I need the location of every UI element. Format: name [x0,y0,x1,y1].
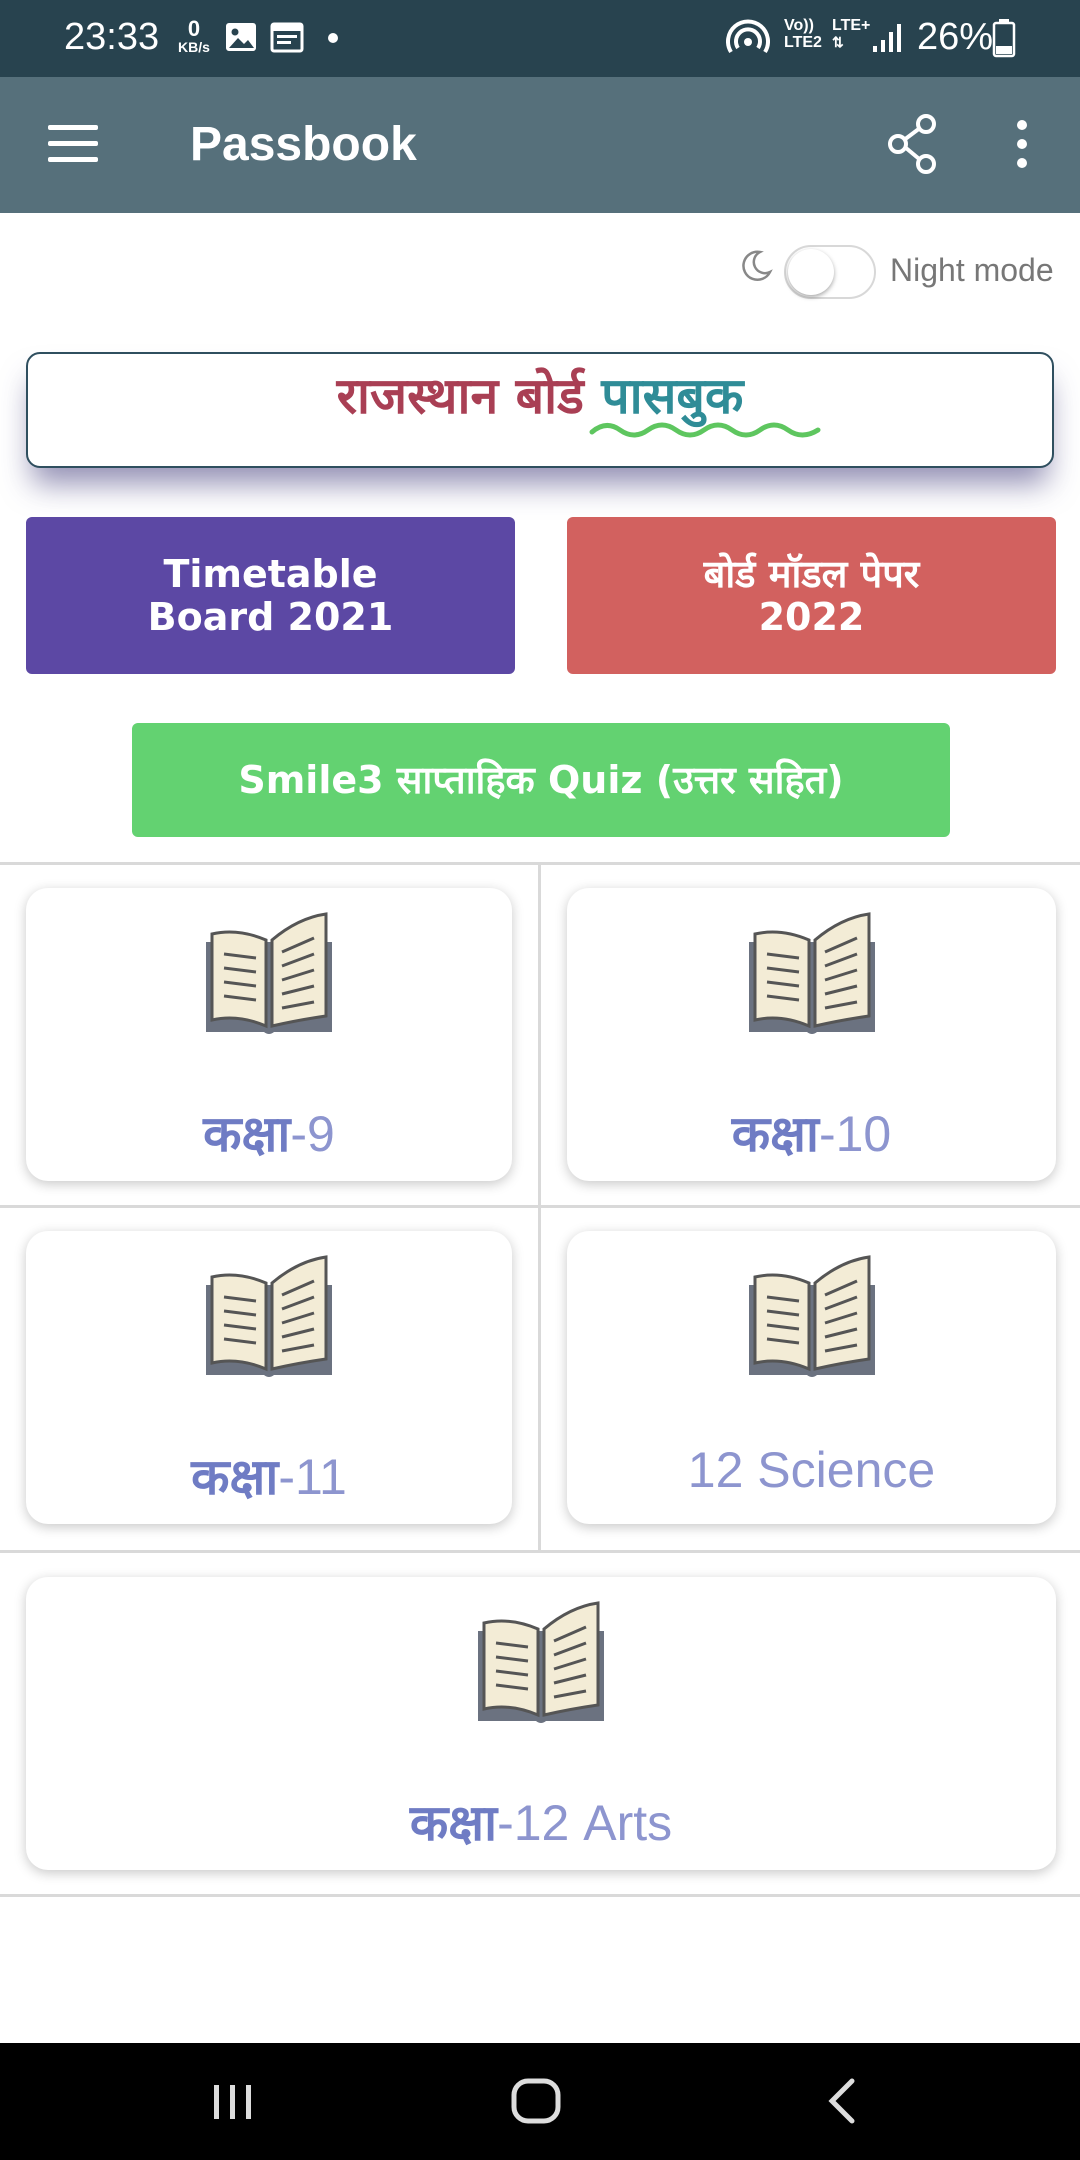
volte-line1: Vo)) [784,17,814,34]
more-vert-icon [1017,120,1027,168]
status-time: 23:33 [64,16,160,58]
share-button[interactable] [880,111,946,177]
open-book-icon [206,1255,332,1377]
card-label-devanagari: कक्षा [191,1448,279,1506]
network-speed-unit: KB/s [178,39,210,55]
quiz-label: Smile3 साप्ताहिक Quiz (उत्तर सहित) [238,757,844,802]
moon-icon [742,250,773,282]
weekly-quiz-button[interactable]: Smile3 साप्ताहिक Quiz (उत्तर सहित) [132,723,950,837]
hamburger-icon-bar [48,157,98,162]
open-book-icon [478,1601,604,1723]
model-paper-label-line2: 2022 [758,594,865,639]
open-book-icon [748,1255,875,1377]
hamburger-icon [48,125,98,130]
app-bar: Passbook [0,77,1080,213]
night-mode-label: Night mode [890,252,1054,288]
hamburger-icon-bar [48,141,98,146]
gallery-notification-icon [226,23,256,51]
night-mode-toggle[interactable] [784,245,876,299]
card-label-devanagari: कक्षा [409,1794,498,1852]
card-label-number: -10 [818,1106,892,1162]
title-banner: राजस्थान बोर्ड पासबुक [26,352,1054,468]
lte-indicator: LTE+ ⇅ [832,17,871,52]
card-label-devanagari: कक्षा [203,1105,291,1163]
network-speed: 0 KB/s [174,16,214,55]
calendar-notification-icon [270,22,304,53]
home-icon[interactable] [508,2073,564,2129]
recents-icon[interactable] [208,2073,258,2129]
back-icon[interactable] [818,2073,868,2129]
grid-divider [0,1894,1080,1897]
card-label-number: 12 Science [687,1442,936,1498]
lte-label: LTE+ [832,17,871,34]
timetable-label-line2: Board 2021 [147,594,394,639]
squiggle-underline-icon [589,422,821,438]
card-label-devanagari: कक्षा [731,1105,819,1163]
class-11-card[interactable]: कक्षा-11 [26,1231,512,1524]
card-label: 12 Science [567,1441,1056,1499]
grid-divider [538,862,541,1550]
timetable-board-button[interactable]: Timetable Board 2021 [26,517,515,674]
grid-divider [0,1550,1080,1553]
card-label-number: -11 [278,1449,347,1505]
open-book-icon [748,912,875,1034]
more-options-button[interactable] [1000,111,1044,177]
status-bar: 23:33 0 KB/s Vo)) LTE2 LTE+ ⇅ 26% [0,0,1080,77]
card-label: कक्षा-10 [567,1098,1056,1166]
class-12-arts-card[interactable]: कक्षा-12 Arts [26,1577,1056,1870]
card-label: कक्षा-9 [26,1098,512,1166]
share-icon [888,114,936,174]
card-label-number: -9 [290,1106,335,1162]
volte-line2: LTE2 [784,33,822,51]
battery-icon [992,19,1016,58]
battery-percent: 26% [917,16,994,58]
class-12-science-card[interactable]: 12 Science [567,1231,1056,1524]
board-model-paper-button[interactable]: बोर्ड मॉडल पेपर 2022 [567,517,1056,674]
app-title: Passbook [190,118,417,171]
class-10-card[interactable]: कक्षा-10 [567,888,1056,1181]
timetable-label-line1: Timetable [163,551,378,596]
signal-strength-icon [873,24,901,52]
toggle-knob [788,249,834,295]
open-book-icon [206,912,332,1034]
card-label: कक्षा-12 Arts [26,1787,1056,1855]
banner-title-part2: पासबुक [601,367,744,425]
hotspot-icon [726,19,770,54]
more-notifications-dot [328,33,338,43]
network-speed-value: 0 [187,16,201,41]
class-9-card[interactable]: कक्षा-9 [26,888,512,1181]
volte-indicator: Vo)) LTE2 [784,17,822,52]
card-label-number: -12 Arts [497,1795,673,1851]
menu-button[interactable] [40,117,106,173]
card-label: कक्षा-11 [26,1441,512,1509]
data-arrows-icon: ⇅ [832,33,844,50]
model-paper-label-line1: बोर्ड मॉडल पेपर [703,551,920,596]
system-nav-bar [0,2043,1080,2160]
banner-title: राजस्थान बोर्ड पासबुक [28,360,1052,428]
banner-title-part1: राजस्थान बोर्ड [336,367,584,425]
